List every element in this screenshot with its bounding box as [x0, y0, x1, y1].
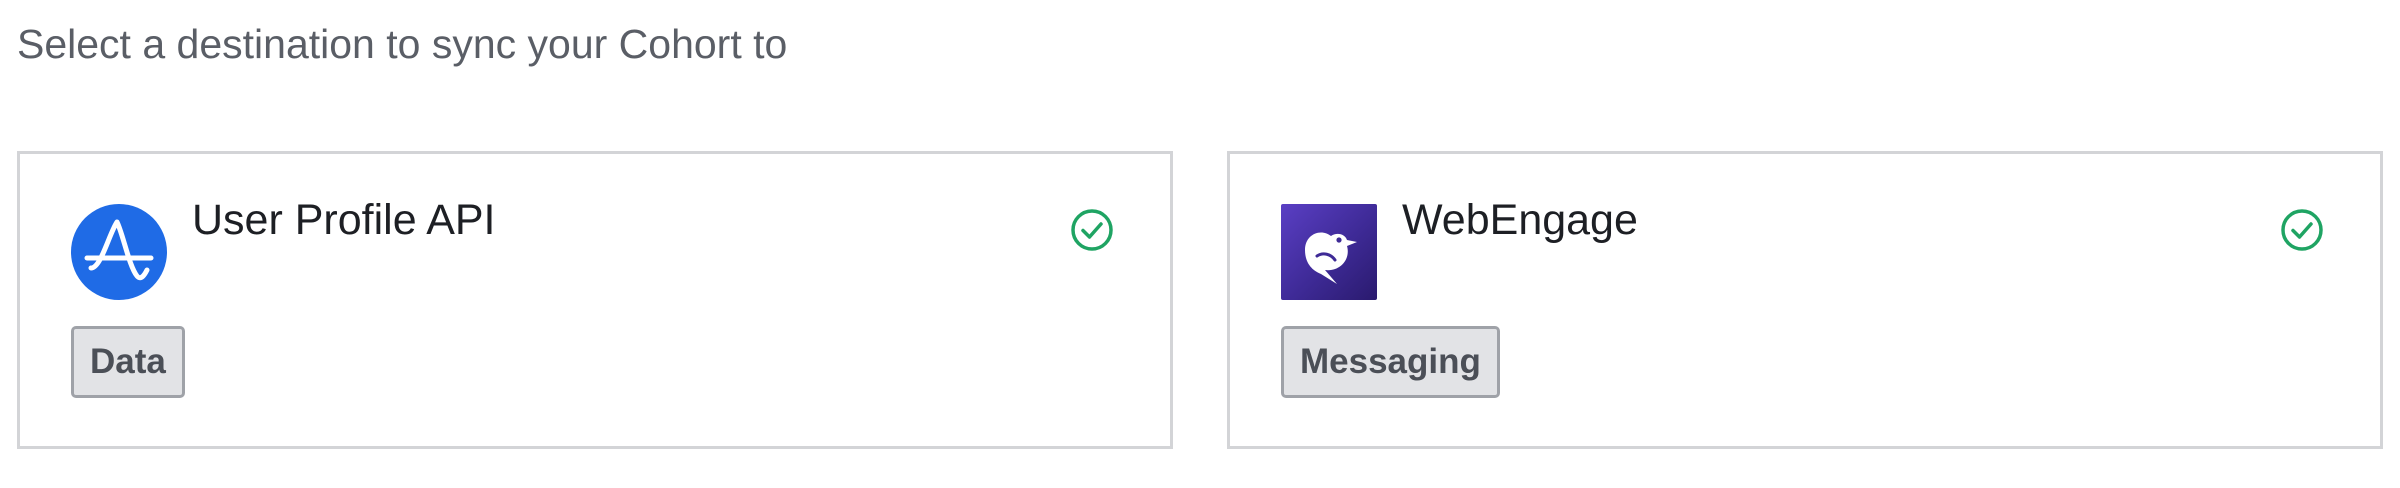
webengage-logo-icon — [1281, 204, 1377, 300]
category-badge: Data — [71, 326, 185, 398]
destination-picker: Select a destination to sync your Cohort… — [0, 0, 2400, 488]
destination-card-webengage[interactable]: WebEngage Messaging — [1227, 151, 2383, 449]
category-badge: Messaging — [1281, 326, 1500, 398]
page-heading: Select a destination to sync your Cohort… — [17, 21, 788, 67]
destination-name: WebEngage — [1402, 196, 1638, 244]
amplitude-logo-icon — [71, 204, 167, 300]
check-circle-icon — [1069, 207, 1115, 253]
destination-card-user-profile-api[interactable]: User Profile API Data — [17, 151, 1173, 449]
check-circle-icon — [2279, 207, 2325, 253]
destination-name: User Profile API — [192, 196, 496, 244]
